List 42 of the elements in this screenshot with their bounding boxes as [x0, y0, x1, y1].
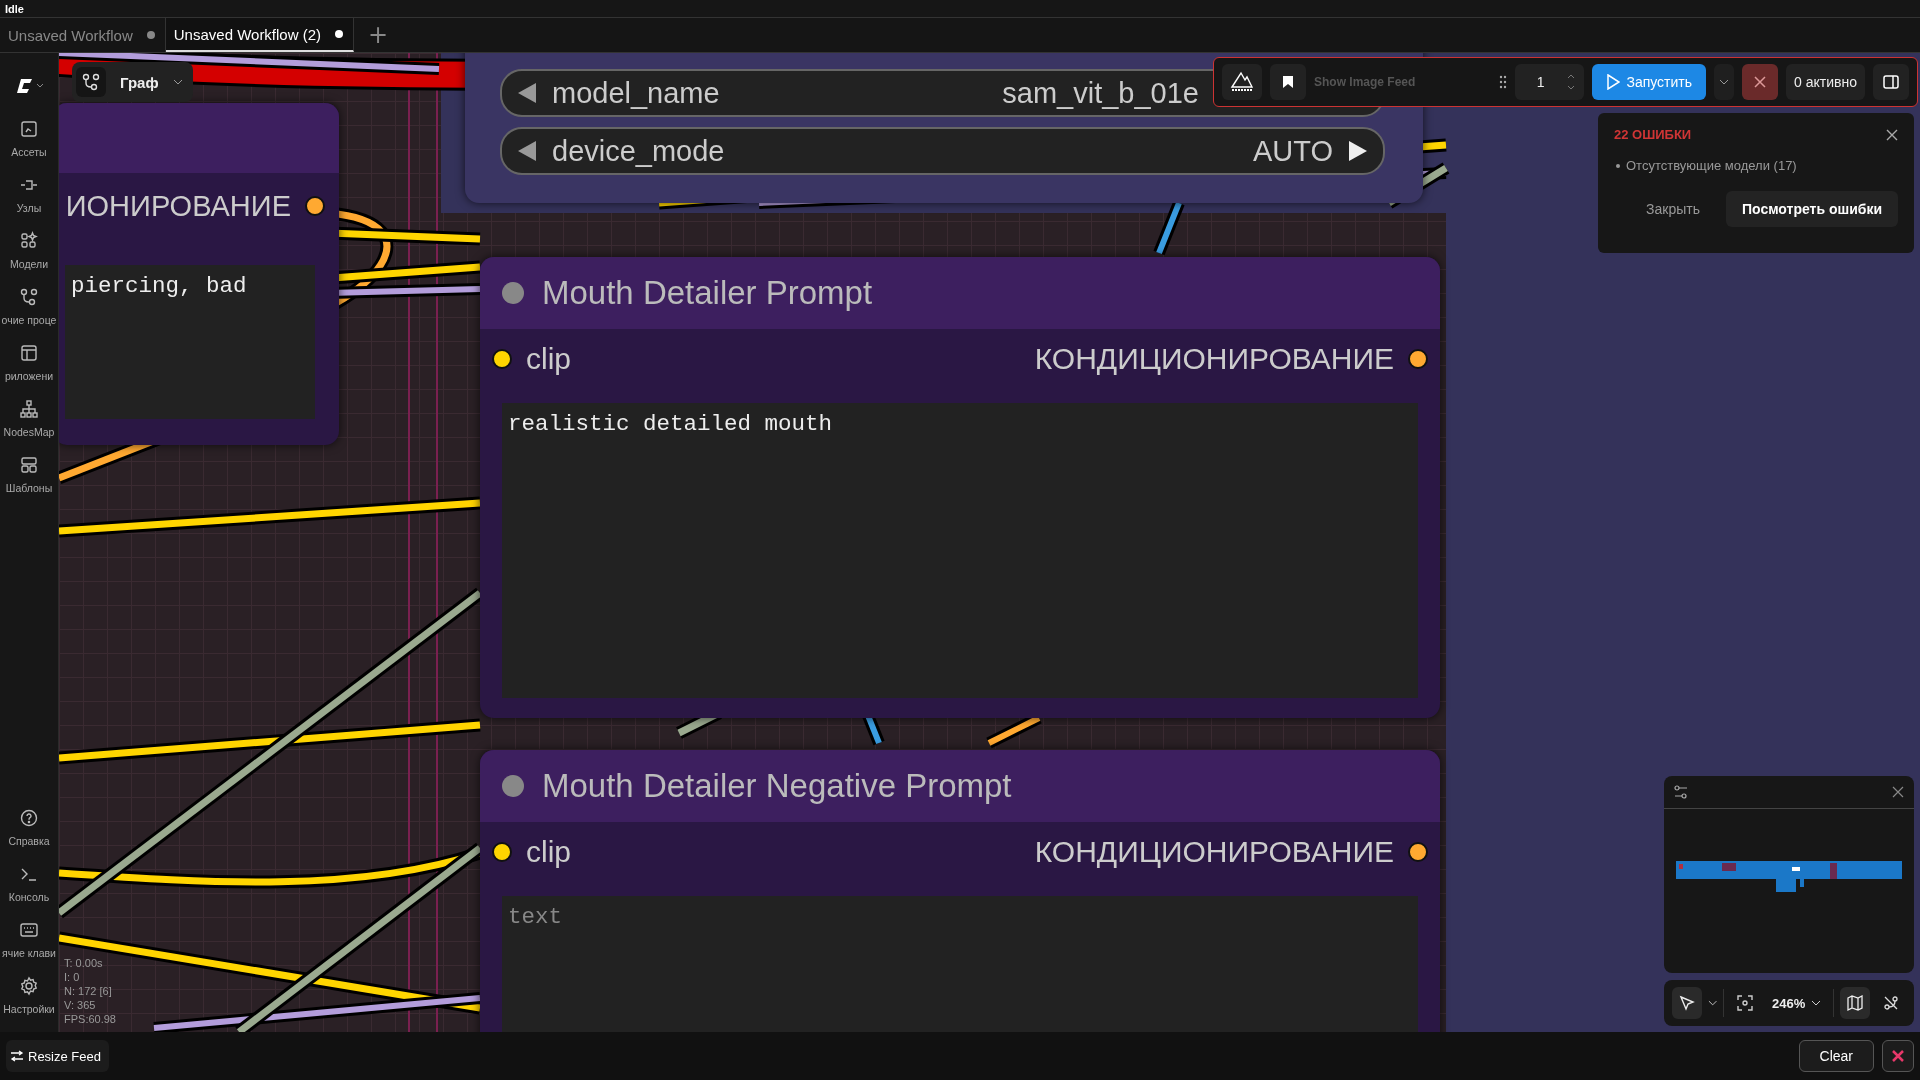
stats-text: I: 0	[64, 971, 81, 984]
output-label: КОНДИЦИОНИРОВАНИЕ	[1034, 835, 1394, 869]
sidebar-item[interactable]: очие проце	[0, 287, 58, 326]
stats-text: V: 365	[64, 999, 97, 1012]
run-button[interactable]: Запустить	[1592, 64, 1707, 100]
status-text: Idle	[5, 2, 24, 15]
output-label: КОНДИЦИОНИРОВАНИЕ	[1034, 342, 1394, 376]
stats-text: T: 0.00s	[64, 957, 104, 970]
output-label: ИОНИРОВАНИЕ	[65, 189, 291, 223]
input-label: clip	[526, 835, 571, 869]
view-errors-button[interactable]: Посмотреть ошибки	[1725, 191, 1898, 227]
stats-text: FPS:60.98	[64, 1013, 116, 1026]
node-title: Mouth Detailer Prompt	[542, 274, 873, 312]
sidebar-item[interactable]: ячие клави	[0, 920, 58, 959]
prompt-text-area[interactable]: piercing, bad	[65, 265, 315, 419]
error-title: 22 ОШИБКИ	[1614, 127, 1692, 142]
sidebar-item[interactable]: Настройки	[0, 976, 58, 1015]
prompt-text-area[interactable]: realistic detailed mouth	[502, 403, 1418, 698]
resize-feed-button[interactable]: Resize Feed	[6, 1040, 109, 1072]
workflow-tab[interactable]: Unsaved Workflow (2)	[165, 18, 355, 52]
sidebar-item[interactable]: Шаблоны	[0, 455, 58, 494]
sidebar-item[interactable]: Узлы	[0, 175, 58, 214]
sidebar-item[interactable]: риложени	[0, 343, 58, 382]
sidebar-item[interactable]: Справка	[0, 808, 58, 847]
new-tab-button[interactable]: +	[354, 18, 403, 52]
prompt-text-area[interactable]: text	[502, 896, 1418, 1032]
node-title: Mouth Detailer Negative Prompt	[542, 767, 1012, 805]
sidebar-item[interactable]: NodesMap	[0, 399, 58, 438]
input-label: clip	[526, 342, 571, 376]
zoom-dropdown[interactable]: 246%	[1766, 994, 1828, 1012]
sidebar-item[interactable]: Модели	[0, 231, 58, 270]
sidebar-item[interactable]: Консоль	[0, 864, 58, 903]
error-item[interactable]: Отсутствующие модели (17)	[1626, 158, 1797, 173]
batch-count-field[interactable]: 1	[1514, 64, 1585, 100]
clear-button[interactable]: Clear	[1798, 1040, 1874, 1072]
queue-button[interactable]: 0 активно	[1786, 64, 1865, 100]
workflow-tab[interactable]: Unsaved Workflow	[0, 18, 166, 52]
graph-mode-button[interactable]: Граф	[72, 62, 193, 102]
sidebar-item[interactable]: Ассеты	[0, 119, 58, 158]
stats-text: N: 172 [6]	[64, 985, 113, 998]
dismiss-button[interactable]: Закрыть	[1640, 200, 1706, 218]
widget-field[interactable]: device_mode AUTO	[500, 127, 1385, 175]
